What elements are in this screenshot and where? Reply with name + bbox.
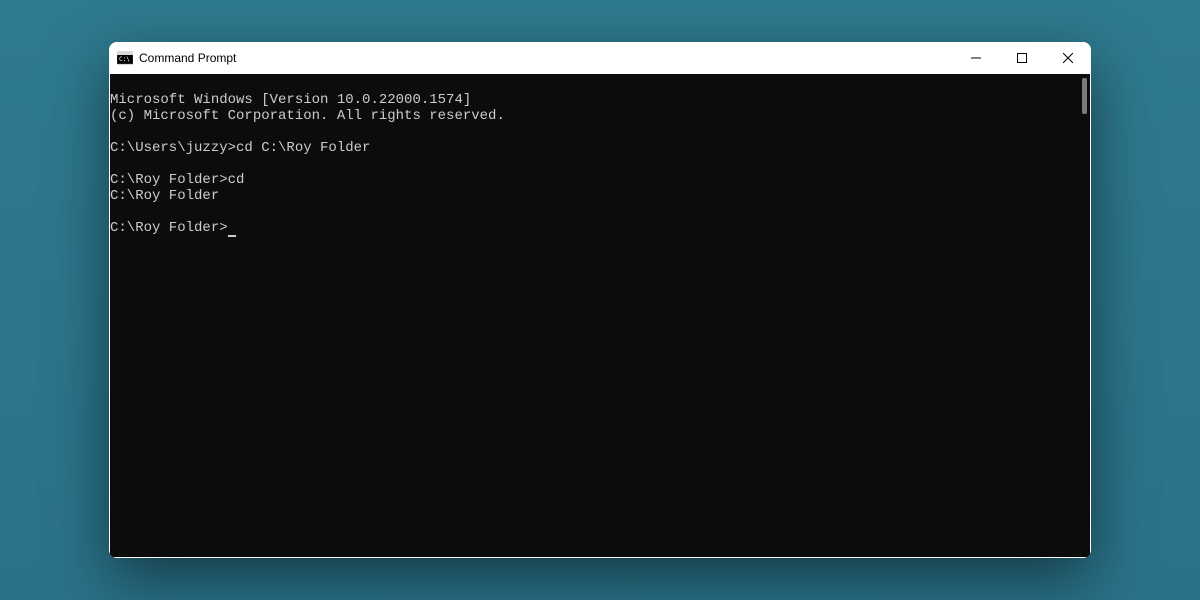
minimize-button[interactable] [953,42,999,74]
terminal-prompt-line: C:\Roy Folder> [110,220,236,236]
maximize-button[interactable] [999,42,1045,74]
terminal-line: C:\Users\juzzy>cd C:\Roy Folder [110,140,370,156]
command-prompt-icon: C:\ [117,50,133,66]
scrollbar[interactable] [1076,74,1090,557]
terminal-container: Microsoft Windows [Version 10.0.22000.15… [109,74,1091,558]
close-button[interactable] [1045,42,1091,74]
titlebar[interactable]: C:\ Command Prompt [109,42,1091,74]
command-prompt-window: C:\ Command Prompt Microsoft Windows [Ve… [109,42,1091,558]
terminal-line: C:\Roy Folder>cd [110,172,244,188]
title-left: C:\ Command Prompt [117,50,236,66]
svg-text:C:\: C:\ [119,56,130,63]
terminal-line: Microsoft Windows [Version 10.0.22000.15… [110,92,471,108]
cursor-icon [228,235,236,237]
window-controls [953,42,1091,74]
terminal-line: (c) Microsoft Corporation. All rights re… [110,108,505,124]
terminal-line: C:\Roy Folder [110,188,219,204]
window-title: Command Prompt [139,51,236,65]
terminal-prompt: C:\Roy Folder> [110,220,228,236]
scrollbar-thumb[interactable] [1082,78,1087,114]
terminal[interactable]: Microsoft Windows [Version 10.0.22000.15… [110,74,1076,557]
